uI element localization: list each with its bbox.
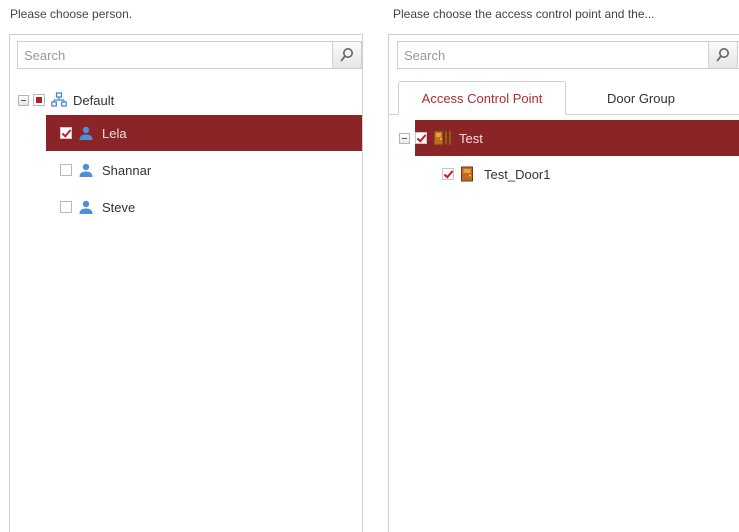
access-point-search-button[interactable] [708,41,738,69]
access-point-panel: Access Control Point Door Group Test Tes… [388,34,739,532]
person-checkbox[interactable] [60,201,72,213]
list-item[interactable]: Shannar [60,155,151,185]
person-checkbox[interactable] [60,127,72,139]
collapse-icon[interactable] [18,94,29,106]
person-label: Lela [102,125,127,141]
door-label: Test_Door1 [484,166,551,182]
person-panel: Default Lela Shannar Steve [9,34,363,532]
person-caption: Please choose person. [10,7,133,21]
group-checkbox-default[interactable] [33,94,45,106]
door-checkbox[interactable] [442,168,454,180]
person-icon [79,200,93,214]
door-icon [461,166,473,182]
organization-icon [51,92,67,107]
person-search-input[interactable] [18,42,328,68]
door-group-icon [433,130,452,146]
group-label: Default [73,92,115,108]
list-item[interactable]: Lela [60,118,127,148]
list-item[interactable]: Steve [60,192,135,222]
person-search-button[interactable] [332,41,362,69]
person-checkbox[interactable] [60,164,72,176]
person-search-box [17,41,362,69]
group-checkbox-test[interactable] [415,132,427,144]
tab-door-group[interactable]: Door Group [572,81,710,115]
search-icon [716,48,729,62]
person-icon [79,126,93,140]
list-item[interactable]: Test_Door1 [442,159,550,189]
tree-group-default[interactable]: Default [18,85,114,115]
search-icon [340,48,353,62]
access-point-search-input[interactable] [398,42,698,68]
access-point-caption: Please choose the access control point a… [393,7,655,21]
person-label: Shannar [102,162,152,178]
person-label: Steve [102,199,136,215]
tree-group-test[interactable]: Test [399,123,483,153]
group-label: Test [459,130,483,146]
access-point-search-box [397,41,739,69]
tab-access-control-point[interactable]: Access Control Point [398,81,566,115]
collapse-icon[interactable] [399,132,410,144]
person-icon [79,163,93,177]
